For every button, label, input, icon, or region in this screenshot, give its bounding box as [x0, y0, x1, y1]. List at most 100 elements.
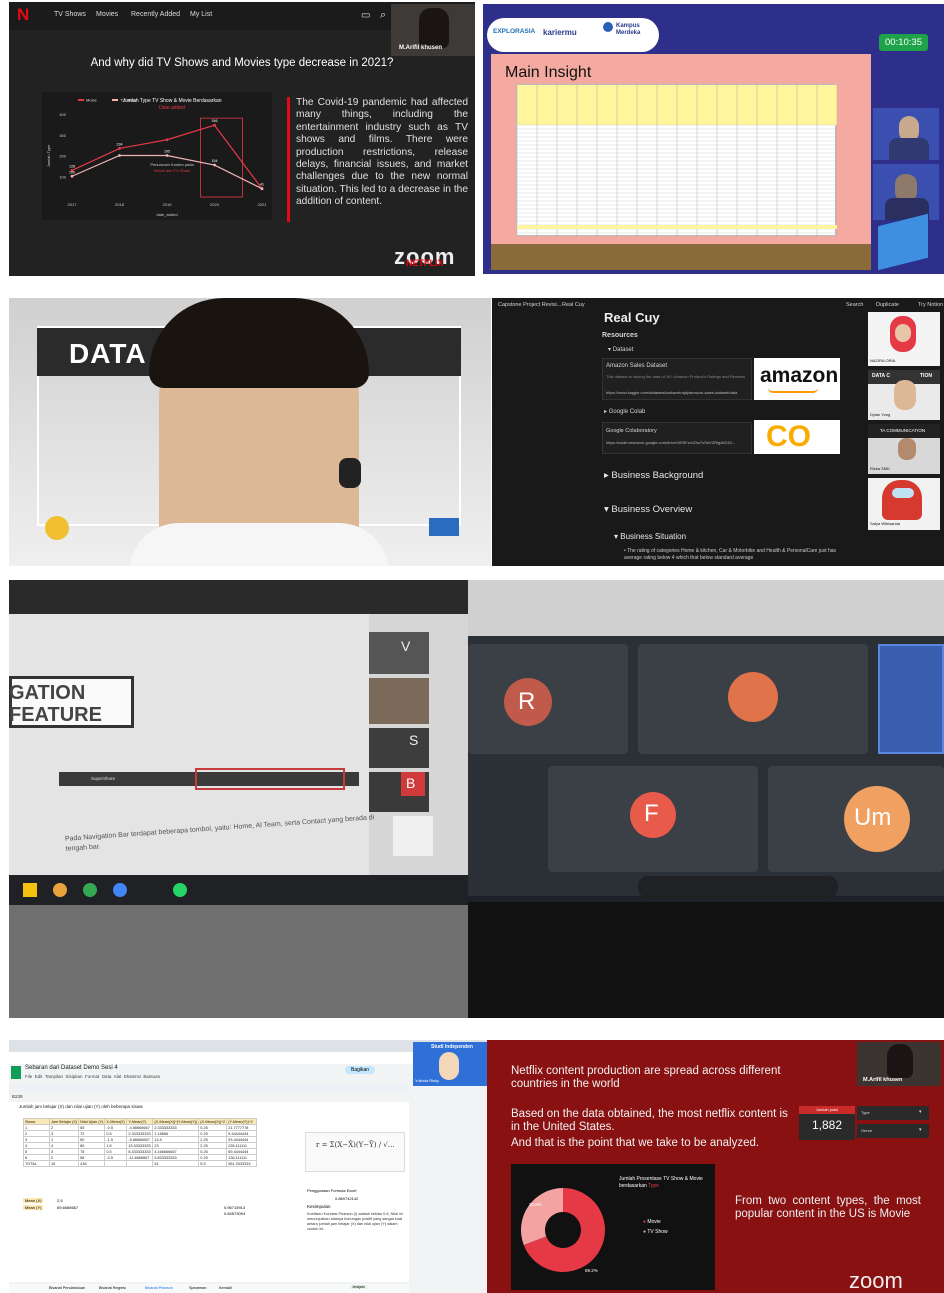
business-situation-toggle[interactable]: ▾ Business Situation: [614, 532, 686, 541]
situation-bullet: • The rating of categories Home & kitche…: [624, 548, 837, 561]
meeting-tile-um: Um: [768, 766, 944, 872]
participant-2-poster-text: DATA C: [872, 373, 890, 379]
amazon-bookmark[interactable]: Amazon Sales Dataset This dataset is hav…: [602, 358, 752, 400]
chevron-down-icon: ▾: [919, 1127, 922, 1133]
menu-extensions[interactable]: Ekstensi: [124, 1074, 141, 1079]
avatar-photo: [728, 672, 778, 722]
presenter-silhouette: [419, 8, 449, 48]
business-overview-toggle[interactable]: ▾ Business Overview: [604, 504, 692, 515]
type-filter[interactable]: Type ▾: [857, 1106, 929, 1120]
nav-movies[interactable]: Movies: [96, 11, 118, 18]
sheet-tab-5[interactable]: Kendall: [219, 1286, 232, 1290]
nav-tv-shows[interactable]: TV Shows: [54, 11, 86, 18]
side-participant-s: S: [369, 728, 429, 768]
dataset-toggle[interactable]: ▾ Dataset: [608, 346, 633, 353]
x-tick-label: 2020: [210, 202, 220, 207]
meeting-controls[interactable]: [638, 876, 838, 898]
table-cell[interactable]: TOTAL: [23, 1160, 50, 1167]
x-axis-label: date_added: [156, 212, 177, 217]
taskbar-icon-2[interactable]: [53, 883, 67, 897]
legend-tv-dot: ●: [643, 1229, 647, 1235]
nav-recently-added[interactable]: Recently Added: [131, 11, 180, 18]
duplicate-button[interactable]: Duplicate: [876, 302, 899, 308]
menu-file[interactable]: File: [25, 1074, 32, 1079]
menu-bar[interactable]: File Edit Tampilan Sisipkan Format Data …: [25, 1074, 160, 1079]
insight-table-grid: [516, 85, 838, 238]
sheet-title[interactable]: Sebaran dari Dataset Demo Sesi 4: [25, 1065, 118, 1071]
taskbar-icon-1[interactable]: [23, 883, 37, 897]
side-participant-v: V: [369, 632, 429, 674]
emoji-reaction-icon: [45, 516, 69, 540]
participant-3-poster-text: TA COMMUNICATION: [880, 428, 926, 433]
nav-my-list[interactable]: My List: [190, 11, 212, 18]
table-cell[interactable]: 5.5: [198, 1160, 228, 1167]
presenter-silhouette: [887, 1044, 913, 1078]
table-footer-bg: [517, 225, 837, 229]
menu-tools[interactable]: Alat: [114, 1074, 122, 1079]
sheet-tab-1[interactable]: Bivariat Pendahuluan: [49, 1286, 85, 1290]
format-toolbar[interactable]: [9, 1084, 409, 1092]
participant-4-avatar: [882, 480, 922, 520]
table-total-row[interactable]: TOTAL 15 418 51 5.5 561.3333333: [23, 1160, 258, 1167]
share-button[interactable]: Bagikan: [345, 1066, 376, 1074]
data-label: 128: [69, 164, 75, 168]
pie-title: Jumlah Prosentase TV Show & Movie berdas…: [619, 1176, 711, 1189]
netflix-slide-tile: N TV Shows Movies Recently Added My List…: [9, 2, 475, 276]
colab-bookmark[interactable]: Google Colaboratory https://colab.resear…: [602, 422, 752, 454]
table-cell[interactable]: [126, 1160, 154, 1167]
participant-tile-2: [873, 164, 939, 220]
cast-icon[interactable]: ▭: [361, 10, 370, 21]
avatar-r-letter: R: [518, 688, 536, 715]
line-chart-svg: Jumlah Type TV Show & Movie BerdasarkanD…: [46, 98, 267, 218]
search-button[interactable]: Search: [846, 302, 863, 308]
y-tick-label: 200: [59, 154, 66, 159]
try-notion-button[interactable]: Try Notion: [918, 302, 943, 308]
table-cell[interactable]: 561.3333333: [226, 1160, 258, 1167]
data-point: [213, 123, 216, 127]
menu-view[interactable]: Tampilan: [45, 1074, 63, 1079]
kampus-merdeka-icon: [603, 22, 613, 32]
sheet-tab-4[interactable]: Spearman: [189, 1286, 207, 1290]
participant-3-name: Rizka SMK: [870, 466, 890, 471]
data-table[interactable]: Siswa Jam Belajar (X) Nilai Ujian (Y) X-Mea…: [23, 1118, 258, 1167]
menu-data[interactable]: Data: [102, 1074, 112, 1079]
person-shirt: [129, 523, 389, 566]
search-icon[interactable]: ⌕: [380, 9, 386, 22]
genre-filter[interactable]: Genre ▾: [857, 1124, 929, 1138]
legend-swatch: [78, 99, 84, 101]
table-cell[interactable]: 418: [78, 1160, 106, 1167]
participant-2-name: Dylan Yong: [870, 412, 891, 417]
table-cell[interactable]: [104, 1160, 128, 1167]
business-background-toggle[interactable]: ▸ Business Background: [604, 470, 703, 481]
workspace-title[interactable]: Capstone Project Revisi...: [498, 302, 561, 308]
menu-insert[interactable]: Sisipkan: [66, 1074, 83, 1079]
taskbar-icon-5[interactable]: [173, 883, 187, 897]
table-cell[interactable]: 51: [152, 1160, 200, 1167]
colab-toggle[interactable]: ▸ Google Colab: [604, 408, 645, 415]
name-box[interactable]: B239: [12, 1094, 23, 1099]
amazon-smile-icon: [768, 388, 818, 393]
sheet-tab-2[interactable]: Bivariat Regresi: [99, 1286, 126, 1290]
taskbar-icon-3[interactable]: [83, 883, 97, 897]
conclusion-text: Koefisien Korelasi Pearson (r) adalah se…: [307, 1212, 403, 1231]
data-point: [165, 154, 169, 157]
taskbar-icon-4[interactable]: [113, 883, 127, 897]
menu-help[interactable]: Bantuan: [143, 1074, 160, 1079]
zoom-watermark: zoom: [849, 1268, 903, 1293]
page-breadcrumb[interactable]: Real Cuy: [562, 302, 585, 308]
insight-table: [516, 84, 838, 238]
participant-4-name: Satya Wibisanda: [870, 521, 901, 526]
table-cell[interactable]: 15: [48, 1160, 80, 1167]
explore-button[interactable]: Jelajahi: [349, 1285, 368, 1289]
business-background-label: Business Background: [611, 470, 704, 481]
participant-2-poster-text-2: TION: [920, 373, 932, 379]
webcam-tile: DATA C ATION: [9, 298, 491, 566]
data-label: 100: [69, 170, 75, 174]
participant-body-1: [889, 138, 929, 160]
menu-edit[interactable]: Edit: [35, 1074, 43, 1079]
mean-x-label: Mean (X): [23, 1198, 44, 1203]
presenter-camera: M.Arifil khusen: [391, 4, 475, 56]
main-insight-tile: EXPLORASIA kariermu Kampus Merdeka 00:10…: [483, 4, 944, 274]
sheet-tab-3[interactable]: Bivariat Pearson: [145, 1286, 173, 1290]
menu-format[interactable]: Format: [85, 1074, 99, 1079]
